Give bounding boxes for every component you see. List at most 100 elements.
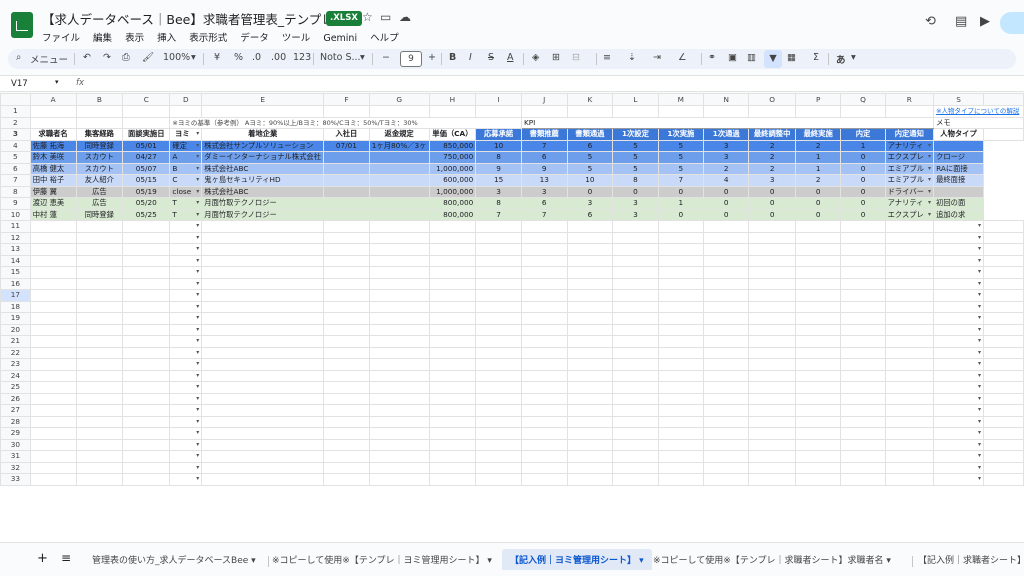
- cell[interactable]: [566, 231, 614, 244]
- cell[interactable]: [75, 254, 124, 267]
- column-title[interactable]: 最終調整中: [748, 128, 796, 141]
- column-header[interactable]: L: [612, 93, 659, 106]
- cell[interactable]: [323, 105, 370, 118]
- kpi-cell[interactable]: 5: [566, 151, 614, 164]
- refund-cell[interactable]: [368, 151, 430, 164]
- cell[interactable]: [475, 300, 522, 313]
- insert-link-icon[interactable]: ⚭: [708, 52, 716, 63]
- cell[interactable]: [612, 438, 659, 451]
- redo-icon[interactable]: ↷: [103, 52, 111, 63]
- memo-cell[interactable]: 追加の求: [933, 208, 985, 221]
- join-date-cell[interactable]: [323, 151, 370, 164]
- menu-item[interactable]: 挿入: [157, 33, 176, 44]
- cell[interactable]: [657, 243, 705, 256]
- cell[interactable]: [428, 450, 477, 463]
- insert-chart-icon[interactable]: ▥: [747, 52, 756, 63]
- kpi-cell[interactable]: 8: [612, 174, 659, 187]
- row-header[interactable]: 15: [0, 266, 31, 279]
- cell[interactable]: [983, 243, 1024, 256]
- cell[interactable]: [612, 404, 659, 417]
- cell[interactable]: [75, 392, 124, 405]
- cell[interactable]: [428, 323, 477, 336]
- column-header[interactable]: A: [29, 93, 77, 106]
- cell[interactable]: [169, 415, 203, 428]
- refund-cell[interactable]: [368, 185, 430, 198]
- column-header[interactable]: B: [75, 93, 124, 106]
- cell[interactable]: [75, 404, 124, 417]
- row-header[interactable]: 23: [0, 358, 31, 371]
- cell[interactable]: [201, 392, 325, 405]
- cell[interactable]: [475, 427, 522, 440]
- cell[interactable]: [612, 289, 659, 302]
- kpi-cell[interactable]: 10: [475, 139, 522, 152]
- select-all-corner[interactable]: [0, 93, 31, 106]
- cell[interactable]: [794, 346, 842, 359]
- cell[interactable]: [368, 415, 430, 428]
- cell[interactable]: [122, 461, 171, 474]
- menu-item[interactable]: ファイル: [42, 33, 80, 44]
- kpi-cell[interactable]: 4: [703, 174, 750, 187]
- cell[interactable]: [612, 312, 659, 325]
- column-title[interactable]: 面談実施日: [122, 128, 171, 141]
- kpi-cell[interactable]: 3: [703, 151, 750, 164]
- currency-button[interactable]: ¥: [214, 52, 220, 63]
- cell[interactable]: [122, 220, 171, 233]
- cell[interactable]: [201, 312, 325, 325]
- cell[interactable]: [884, 473, 935, 486]
- company-cell[interactable]: ダミーインターナショナル株式会社: [201, 151, 325, 164]
- cell[interactable]: [201, 473, 325, 486]
- cell[interactable]: [703, 438, 750, 451]
- cell[interactable]: [122, 450, 171, 463]
- input-tools-button[interactable]: あ: [836, 52, 846, 66]
- cell[interactable]: [748, 300, 796, 313]
- cell[interactable]: [169, 312, 203, 325]
- cell[interactable]: [75, 277, 124, 290]
- cell[interactable]: [794, 438, 842, 451]
- cell[interactable]: [566, 266, 614, 279]
- zoom-select[interactable]: 100%: [163, 52, 190, 63]
- column-header[interactable]: J: [520, 93, 568, 106]
- cell[interactable]: [520, 300, 568, 313]
- cell[interactable]: [75, 105, 124, 118]
- interview-date-cell[interactable]: 05/25: [122, 208, 171, 221]
- cell[interactable]: [933, 404, 985, 417]
- cell[interactable]: [566, 392, 614, 405]
- cell[interactable]: [884, 392, 935, 405]
- cell[interactable]: [122, 289, 171, 302]
- memo-label[interactable]: メモ: [933, 116, 1024, 129]
- cell[interactable]: [323, 392, 370, 405]
- move-folder-icon[interactable]: ▭: [380, 10, 391, 24]
- align-left-icon[interactable]: ≡: [603, 52, 611, 63]
- cell[interactable]: [323, 461, 370, 474]
- cell[interactable]: [75, 289, 124, 302]
- cell[interactable]: [475, 277, 522, 290]
- cell[interactable]: [169, 381, 203, 394]
- cell[interactable]: [983, 369, 1024, 382]
- company-cell[interactable]: 月面竹取テクノロジー: [201, 197, 325, 210]
- cell[interactable]: [169, 461, 203, 474]
- cell[interactable]: [794, 243, 842, 256]
- row-header[interactable]: 32: [0, 461, 31, 474]
- row-header[interactable]: 29: [0, 427, 31, 440]
- route-cell[interactable]: 同時登録: [75, 208, 124, 221]
- cell[interactable]: [201, 450, 325, 463]
- cell[interactable]: [75, 220, 124, 233]
- document-title[interactable]: 【求人データベース｜Bee】求職者管理表_テンプレート: [42, 9, 359, 28]
- cell[interactable]: [884, 461, 935, 474]
- cell[interactable]: [475, 473, 522, 486]
- interview-date-cell[interactable]: 05/20: [122, 197, 171, 210]
- cell[interactable]: [983, 473, 1024, 486]
- refund-cell[interactable]: [368, 162, 430, 175]
- cell[interactable]: [657, 427, 705, 440]
- route-cell[interactable]: 広告: [75, 197, 124, 210]
- cell[interactable]: [840, 415, 886, 428]
- column-header[interactable]: D: [169, 93, 203, 106]
- cell[interactable]: [520, 323, 568, 336]
- route-cell[interactable]: 友人紹介: [75, 174, 124, 187]
- kpi-cell[interactable]: 7: [520, 208, 568, 221]
- route-cell[interactable]: 同時登録: [75, 139, 124, 152]
- yomi-criteria-note[interactable]: ※ヨミの基準（参考例） Aヨミ：90%以上/Bヨミ：80%/Cヨミ：50%/Tヨ…: [169, 116, 522, 129]
- cell[interactable]: [29, 231, 77, 244]
- cell[interactable]: [122, 369, 171, 382]
- star-icon[interactable]: ☆: [362, 10, 373, 24]
